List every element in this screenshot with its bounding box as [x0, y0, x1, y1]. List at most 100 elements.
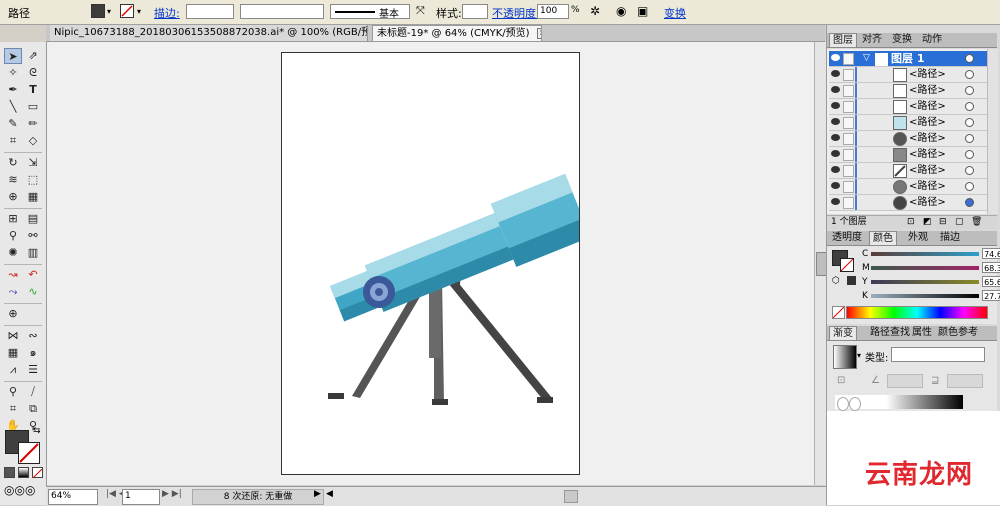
layer-row-path[interactable]: <路径> [829, 115, 987, 131]
color-mode-icon[interactable] [4, 467, 15, 478]
eyedropper-icon[interactable]: ⚲ [4, 228, 22, 244]
scroll-left-icon[interactable]: ◀ [326, 489, 333, 499]
wave-icon[interactable]: ∾ [24, 328, 42, 344]
status-menu-icon[interactable]: ▶ [314, 489, 321, 499]
tab-color-guide[interactable]: 颜色参考 [935, 326, 981, 340]
line-segment-icon[interactable]: ⤳ [4, 284, 22, 300]
paintbrush-icon[interactable]: ✎ [4, 116, 22, 132]
new-layer-icon[interactable]: ▢ [955, 216, 964, 229]
swap-icon[interactable]: ⇆ [33, 426, 41, 436]
new-sublayer-icon[interactable]: ⊟ [939, 216, 947, 229]
brush-options-icon[interactable]: ⤧ [416, 4, 430, 19]
channel-k-slider[interactable] [871, 294, 979, 298]
angle-field[interactable] [887, 374, 923, 388]
gradient-mode-icon[interactable] [18, 467, 29, 478]
path-name[interactable]: <路径> [909, 83, 946, 98]
tab-actions[interactable]: 动作 [919, 33, 945, 47]
lock-toggle[interactable] [843, 165, 854, 177]
lock-toggle[interactable] [843, 181, 854, 193]
target-icon[interactable] [965, 182, 974, 191]
zoom-select[interactable]: 64% [48, 489, 98, 505]
target-icon[interactable] [965, 54, 974, 63]
target-icon[interactable] [965, 70, 974, 79]
channel-k-value[interactable]: 27.73 [982, 290, 1000, 301]
stroke-dropdown-icon[interactable]: ▾ [137, 4, 145, 19]
path-name[interactable]: <路径> [909, 195, 946, 210]
gradient-tool-icon[interactable]: ▤ [24, 211, 42, 227]
graph-tool-icon[interactable]: ⩘ [4, 362, 22, 378]
scale-tool-icon[interactable]: ⇲ [24, 155, 42, 171]
fill-dropdown-icon[interactable]: ▾ [107, 4, 115, 19]
layer-row-path[interactable]: <路径> [829, 163, 987, 179]
free-transform-icon[interactable]: ⬚ [24, 172, 42, 188]
black-swatch[interactable] [847, 276, 856, 285]
eye-icon[interactable] [831, 182, 840, 189]
rotate-tool-icon[interactable]: ↻ [4, 155, 22, 171]
grid-tool-icon[interactable]: ▦ [4, 345, 22, 361]
eraser-icon[interactable]: ◇ [24, 133, 42, 149]
channel-m-value[interactable]: 68.36 [982, 262, 1000, 273]
path-name[interactable]: <路径> [909, 99, 946, 114]
type-tool-icon[interactable]: T [24, 82, 42, 98]
eye-icon[interactable] [831, 54, 840, 61]
stroke-color-box[interactable] [840, 258, 854, 272]
pen-tool-icon[interactable]: ✒ [4, 82, 22, 98]
eye-icon[interactable] [831, 102, 840, 109]
tab-stroke[interactable]: 描边 [937, 231, 963, 245]
pencil-icon[interactable]: ✏ [24, 116, 42, 132]
gradient-stop[interactable] [837, 397, 849, 411]
mesh-tool-icon[interactable]: ⊞ [4, 211, 22, 227]
tab-attributes[interactable]: 属性 [909, 326, 935, 340]
eyedropper-icon[interactable]: ⚲ [4, 384, 22, 400]
layer-row-path[interactable]: <路径> [829, 131, 987, 147]
rectangle-tool-icon[interactable]: ▭ [24, 99, 42, 115]
gradient-slider[interactable] [835, 395, 963, 411]
bar-tool-icon[interactable]: ☰ [24, 362, 42, 378]
eye-icon[interactable] [831, 86, 840, 93]
lock-toggle[interactable] [843, 117, 854, 129]
doc-tab-1[interactable]: Nipic_10673188_20180306153508872038.ai* … [50, 25, 368, 41]
path-name[interactable]: <路径> [909, 67, 946, 82]
slice-tool-icon[interactable]: ⧉ [24, 401, 42, 417]
line-tool-icon[interactable]: ╲ [4, 99, 22, 115]
layer-row-path[interactable]: <路径> [829, 147, 987, 163]
layer-row-path[interactable]: <路径> [829, 83, 987, 99]
artboard-tool-icon[interactable]: ⌗ [4, 401, 22, 417]
lock-toggle[interactable] [843, 197, 854, 209]
brush-select[interactable]: 基本 [330, 4, 410, 20]
color-spectrum[interactable] [846, 306, 988, 319]
blob-brush-icon[interactable]: ⌗ [4, 133, 22, 149]
perspective-grid-icon[interactable]: ▦ [24, 189, 42, 205]
blend-tool-icon[interactable]: ⚯ [24, 228, 42, 244]
transform-link[interactable]: 变换 [664, 5, 686, 20]
delete-layer-icon[interactable]: 🗑 [971, 216, 982, 229]
spiral-tool-icon[interactable]: ๑ [24, 345, 42, 361]
tab-color[interactable]: 颜色 [869, 231, 897, 245]
fill-swatch[interactable] [91, 4, 105, 18]
next-page-icon[interactable]: ▶ ▶| [162, 489, 182, 499]
draw-modes-icon[interactable]: ◎◎◎ [4, 483, 35, 497]
gradient-stroke-icon[interactable]: ⊡ [837, 375, 845, 386]
path-name[interactable]: <路径> [909, 163, 946, 178]
measure-tool-icon[interactable]: ⧸ [24, 384, 42, 400]
lock-toggle[interactable] [843, 149, 854, 161]
warp-tool-icon[interactable]: ≋ [4, 172, 22, 188]
tab-layers[interactable]: 图层 [829, 33, 857, 47]
none-swatch[interactable] [832, 306, 845, 319]
tab-transform[interactable]: 变换 [889, 33, 915, 47]
recolor-icon[interactable]: ✲ [590, 4, 608, 19]
eye-icon[interactable] [831, 150, 840, 157]
opacity-field[interactable]: 100 [537, 4, 569, 19]
bowtie-icon[interactable]: ⋈ [4, 328, 22, 344]
style-select[interactable] [462, 4, 488, 19]
expand-icon[interactable]: ▽ [863, 53, 870, 63]
align-icon[interactable]: ▣ [637, 4, 655, 19]
none-mode-icon[interactable] [32, 467, 43, 479]
path-name[interactable]: <路径> [909, 115, 946, 130]
curvature-tool-icon[interactable]: ↶ [24, 267, 42, 283]
layer-name[interactable]: 图层 1 [891, 51, 924, 66]
target-icon[interactable] [965, 198, 974, 207]
globe-icon[interactable]: ◉ [616, 4, 630, 19]
tab-transparency[interactable]: 透明度 [829, 231, 865, 245]
stroke-swatch[interactable] [120, 4, 134, 18]
